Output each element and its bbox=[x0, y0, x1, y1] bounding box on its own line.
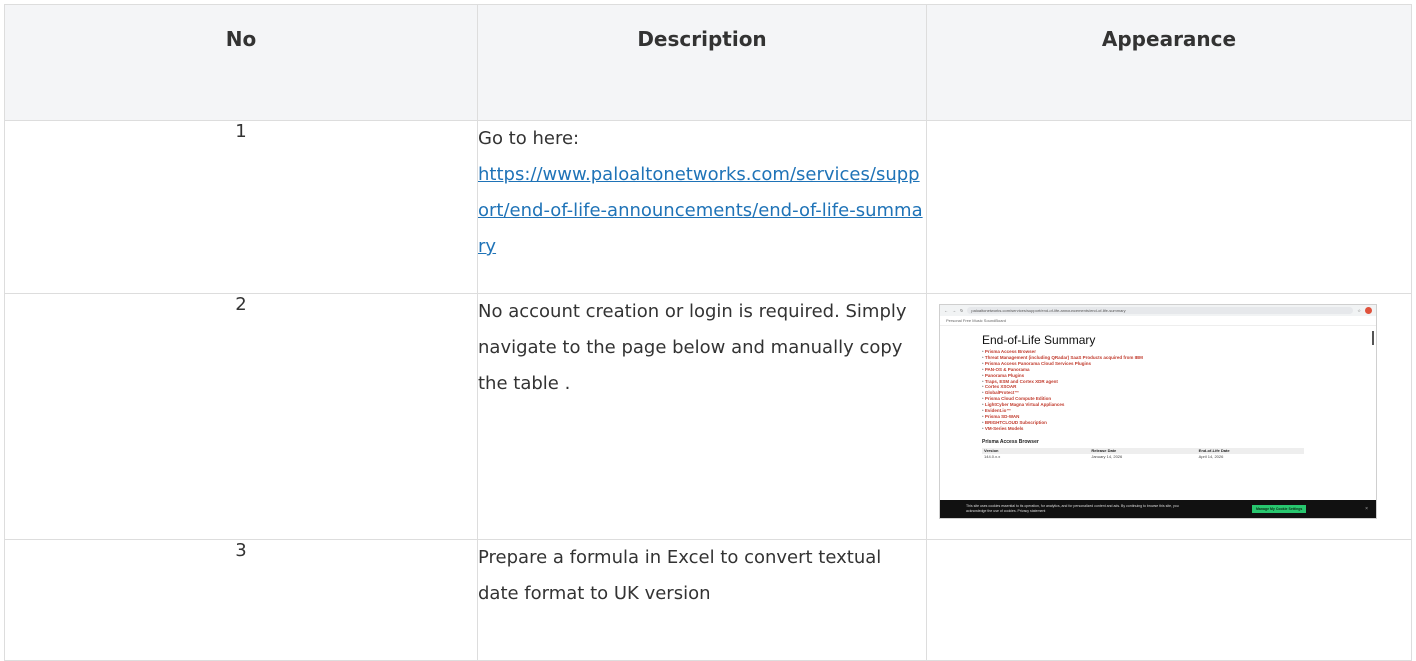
eol-summary-link[interactable]: https://www.paloaltonetworks.com/service… bbox=[478, 164, 923, 257]
row-appearance bbox=[926, 539, 1412, 661]
scrollbar-thumb bbox=[1372, 331, 1374, 345]
header-no: No bbox=[4, 4, 478, 121]
header-appearance: Appearance bbox=[926, 4, 1412, 121]
section-heading: Prisma Access Browser bbox=[982, 438, 1039, 445]
page-screenshot: ← → ↻ paloaltonetworks.com/services/supp… bbox=[939, 304, 1377, 519]
table-row: 2 No account creation or login is requir… bbox=[4, 293, 1412, 540]
screenshot-title: End-of-Life Summary bbox=[982, 333, 1096, 347]
header-row: No Description Appearance bbox=[4, 4, 1412, 121]
reload-icon: ↻ bbox=[960, 308, 964, 313]
table-row: 1 Go to here: https://www.paloaltonetwor… bbox=[4, 120, 1412, 294]
browser-address-bar: ← → ↻ paloaltonetworks.com/services/supp… bbox=[940, 305, 1376, 316]
row-description: Go to here: https://www.paloaltonetworks… bbox=[477, 120, 927, 294]
steps-table: No Description Appearance 1 Go to here: … bbox=[4, 4, 1412, 661]
description-text: Go to here: bbox=[478, 128, 580, 149]
product-list: Prisma Access Browser Threat Management … bbox=[982, 349, 1376, 432]
profile-icon bbox=[1365, 307, 1372, 314]
row-number: 3 bbox=[4, 539, 478, 661]
cell-release: January 14, 2026 bbox=[1091, 453, 1123, 459]
cookie-settings-button: Manage My Cookie Settings bbox=[1252, 505, 1307, 513]
cell-eol: April 14, 2026 bbox=[1198, 453, 1224, 459]
row-appearance: ← → ↻ paloaltonetworks.com/services/supp… bbox=[926, 293, 1412, 540]
row-description: No account creation or login is required… bbox=[477, 293, 927, 540]
url-text: paloaltonetworks.com/services/support/en… bbox=[967, 307, 1354, 314]
table-row: 3 Prepare a formula in Excel to convert … bbox=[4, 539, 1412, 661]
list-item: VM-Series Models bbox=[982, 426, 1376, 432]
bookmarks-bar: Personal Free Music SoundBoard bbox=[940, 316, 1376, 326]
cookie-banner: This site uses cookies essential to its … bbox=[940, 500, 1376, 518]
row-description: Prepare a formula in Excel to convert te… bbox=[477, 539, 927, 661]
eol-table-row: 144.0.x.x January 14, 2026 April 14, 202… bbox=[982, 454, 1304, 460]
close-icon: × bbox=[1365, 506, 1368, 512]
cell-version: 144.0.x.x bbox=[984, 453, 1001, 459]
row-number: 2 bbox=[4, 293, 478, 540]
star-icon: ☆ bbox=[1357, 308, 1361, 313]
header-description: Description bbox=[477, 4, 927, 121]
row-number: 1 bbox=[4, 120, 478, 294]
row-appearance bbox=[926, 120, 1412, 294]
forward-icon: → bbox=[952, 308, 956, 313]
back-icon: ← bbox=[944, 308, 948, 313]
cookie-text: This site uses cookies essential to its … bbox=[966, 504, 1179, 513]
